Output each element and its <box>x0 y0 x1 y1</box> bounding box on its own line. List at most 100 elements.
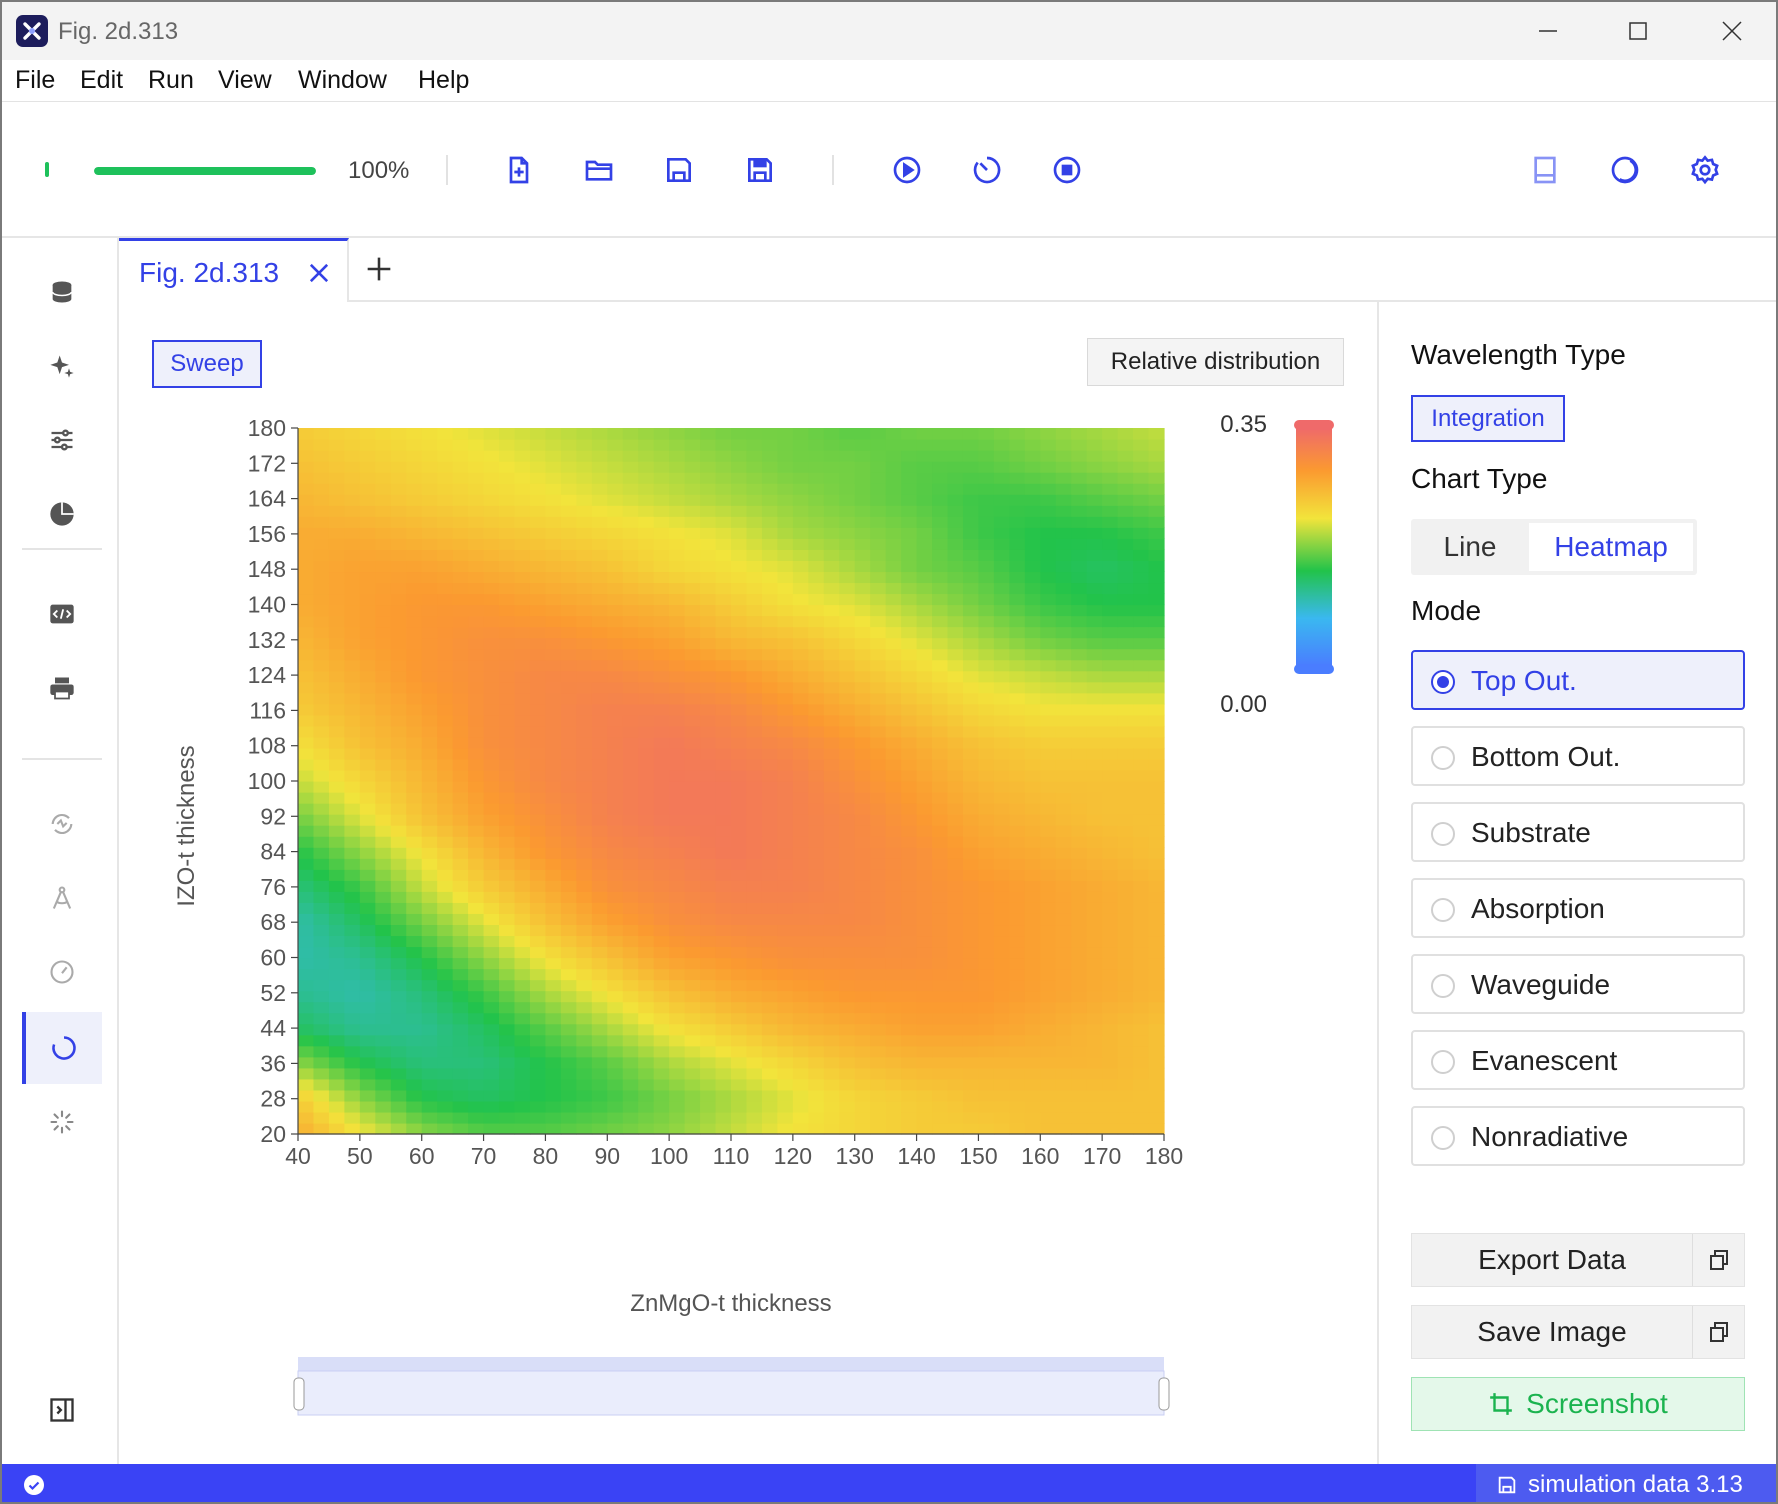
save-image-button[interactable]: Save Image <box>1411 1305 1745 1359</box>
colorbar-max-handle[interactable] <box>1294 420 1334 430</box>
sidebar-pulse-button[interactable] <box>22 788 102 860</box>
zoom-slider-track[interactable] <box>298 1357 1164 1371</box>
heatmap-cell <box>576 505 593 517</box>
stop-button[interactable] <box>1045 148 1089 192</box>
sidebar-parameters-button[interactable] <box>22 404 102 476</box>
heatmap-cell <box>1040 472 1057 484</box>
screenshot-button[interactable]: Screenshot <box>1411 1377 1745 1431</box>
zoom-slider-window[interactable] <box>297 1370 1165 1416</box>
sidebar-script-button[interactable] <box>22 578 102 650</box>
sidebar-collapse-button[interactable] <box>22 1374 102 1446</box>
integration-button[interactable]: Integration <box>1411 395 1565 442</box>
close-window-button[interactable] <box>1702 10 1762 52</box>
run-button[interactable] <box>885 148 929 192</box>
heatmap-cell <box>839 725 856 738</box>
menu-file[interactable]: File <box>15 66 55 95</box>
new-file-button[interactable] <box>497 148 541 192</box>
heatmap-cell <box>1102 1078 1119 1091</box>
tab-close-icon[interactable] <box>305 259 333 287</box>
sweep-button[interactable]: Sweep <box>152 340 262 388</box>
heatmap-cell <box>298 703 315 716</box>
menu-edit[interactable]: Edit <box>80 66 123 95</box>
heatmap-cell <box>1102 1089 1119 1102</box>
save-as-button[interactable] <box>738 148 782 192</box>
zoom-slider-right-handle[interactable] <box>1158 1377 1170 1411</box>
export-data-button[interactable]: Export Data <box>1411 1233 1745 1287</box>
heatmap-cell <box>746 847 763 859</box>
heatmap-cell <box>1086 439 1103 451</box>
export-copy-button[interactable] <box>1692 1234 1744 1286</box>
relative-distribution-button[interactable]: Relative distribution <box>1087 338 1344 386</box>
zoom-slider-left-handle[interactable] <box>293 1377 305 1411</box>
sidebar-print-button[interactable] <box>22 652 102 724</box>
heatmap-cell <box>715 858 732 870</box>
heatmap-cell <box>344 880 361 892</box>
heatmap-cell <box>545 714 562 727</box>
heatmap-cell <box>777 935 794 948</box>
heatmap-cell <box>298 1122 315 1135</box>
open-folder-button[interactable] <box>577 148 621 192</box>
sidebar-data-button[interactable] <box>22 256 102 328</box>
sidebar-sweep-button[interactable] <box>22 1012 102 1084</box>
heatmap-cell <box>499 1122 516 1135</box>
heatmap-cell <box>885 483 902 495</box>
heatmap-cell <box>1040 758 1057 771</box>
menu-run[interactable]: Run <box>148 66 194 95</box>
heatmap-cell <box>916 814 933 826</box>
heatmap-cell <box>1086 880 1103 892</box>
maximize-button[interactable] <box>1608 10 1668 52</box>
colorbar-min-handle[interactable] <box>1294 664 1334 674</box>
mode-bottom-out[interactable]: Bottom Out. <box>1411 726 1745 786</box>
menu-help[interactable]: Help <box>418 66 469 95</box>
chart-type-heatmap[interactable]: Heatmap <box>1529 523 1693 571</box>
sidebar-analysis-button[interactable] <box>22 478 102 550</box>
sidebar-effects-button[interactable] <box>22 330 102 402</box>
heatmap-cell <box>700 1001 717 1014</box>
chart-type-line[interactable]: Line <box>1415 523 1525 571</box>
heatmap-cell <box>684 659 701 672</box>
heatmap-cell <box>916 714 933 727</box>
heatmap-cell <box>916 946 933 959</box>
settings-button[interactable] <box>1683 148 1727 192</box>
heatmap-cell <box>962 913 980 926</box>
sidebar-spinner-button[interactable] <box>22 1086 102 1158</box>
heatmap-cell <box>591 1012 608 1025</box>
status-file-info[interactable]: simulation data 3.13 <box>1476 1464 1776 1502</box>
sidebar-compass-button[interactable] <box>22 862 102 934</box>
mode-waveguide[interactable]: Waveguide <box>1411 954 1745 1014</box>
heatmap-cell <box>1086 1012 1103 1025</box>
heatmap-cell <box>375 924 392 937</box>
mode-absorption[interactable]: Absorption <box>1411 878 1745 938</box>
notes-button[interactable] <box>1523 148 1567 192</box>
mode-nonradiative[interactable]: Nonradiative <box>1411 1106 1745 1166</box>
add-tab-icon[interactable] <box>362 252 396 286</box>
heatmap-cell <box>1024 450 1041 462</box>
mode-top-out[interactable]: Top Out. <box>1411 650 1745 710</box>
mode-substrate[interactable]: Substrate <box>1411 802 1745 862</box>
y-tick-label: 92 <box>260 803 286 829</box>
minimize-button[interactable] <box>1518 10 1578 52</box>
heatmap-cell <box>545 1034 562 1047</box>
heatmap-cell <box>669 604 686 617</box>
sidebar-gauge-button[interactable] <box>22 936 102 1008</box>
heatmap-cell <box>978 847 995 859</box>
menu-view[interactable]: View <box>218 66 272 95</box>
save-image-copy-button[interactable] <box>1692 1306 1744 1358</box>
mode-label: Bottom Out. <box>1471 741 1621 772</box>
menu-window[interactable]: Window <box>298 66 387 95</box>
heatmap-cell <box>746 681 763 694</box>
mode-evanescent[interactable]: Evanescent <box>1411 1030 1745 1090</box>
heatmap-cell <box>1086 1001 1103 1014</box>
heatmap-cell <box>1009 847 1026 859</box>
tab-figure[interactable]: Fig. 2d.313 <box>119 238 349 302</box>
timer-button[interactable] <box>965 148 1009 192</box>
heatmap-cell <box>560 792 577 804</box>
save-button[interactable] <box>657 148 701 192</box>
heatmap-cell <box>1102 538 1119 550</box>
theme-button[interactable] <box>1603 148 1647 192</box>
heatmap-cell <box>1071 902 1088 914</box>
heatmap-cell <box>823 483 840 495</box>
heatmap-cell <box>1148 968 1165 981</box>
heatmap-cell <box>993 593 1010 606</box>
heatmap-cell <box>808 494 825 506</box>
